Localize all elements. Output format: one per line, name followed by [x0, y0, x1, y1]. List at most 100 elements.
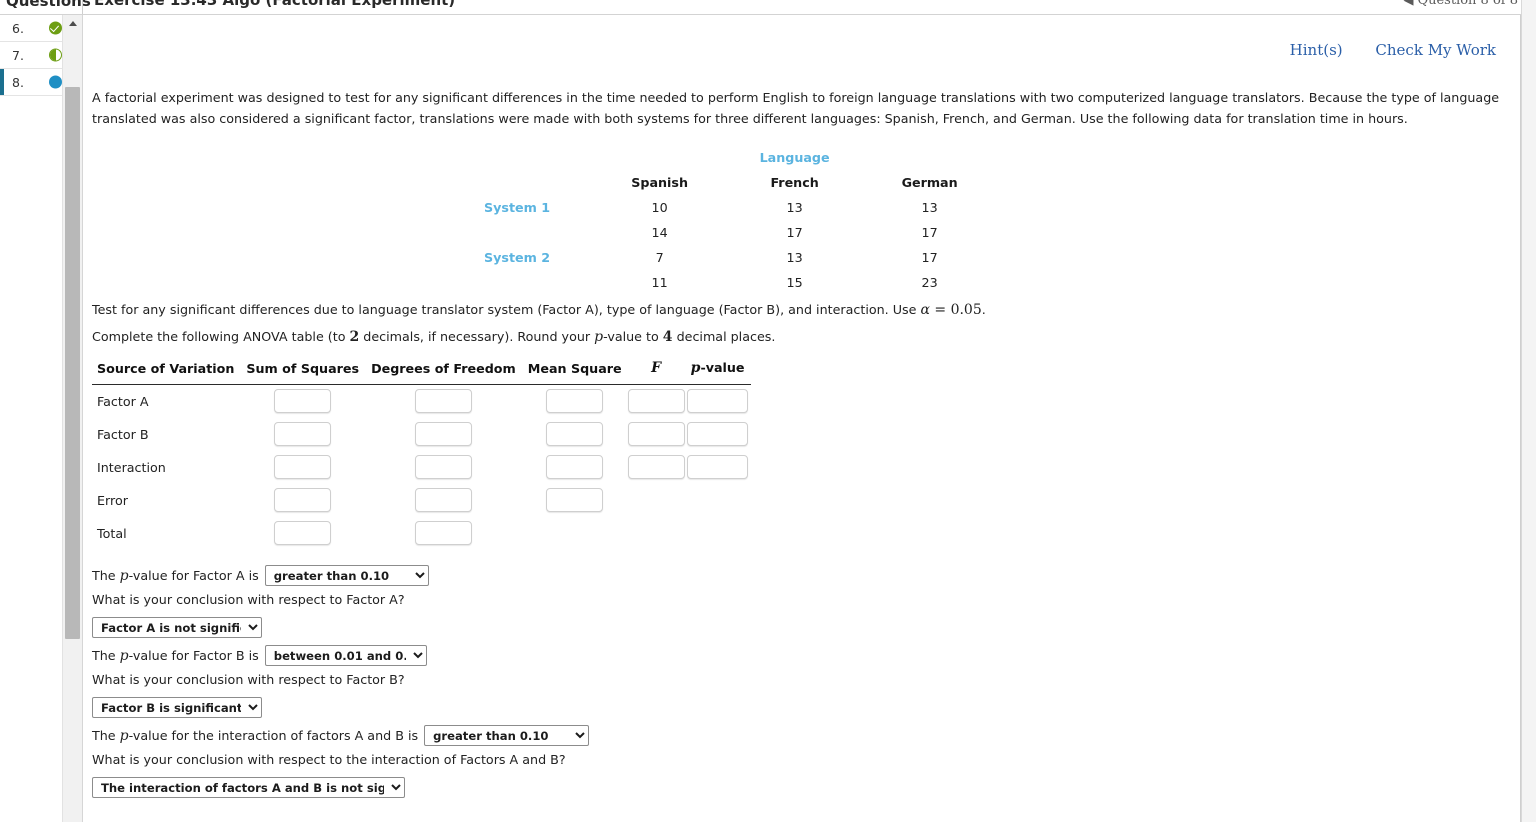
- p-value-factor-b-row: The p-value for Factor B is less than 0.…: [92, 645, 427, 666]
- factor-b-p-value-input[interactable]: [687, 422, 749, 446]
- factor-a-degrees-of-freedom-input[interactable]: [414, 389, 472, 414]
- hints-link[interactable]: Hint(s): [1290, 41, 1343, 59]
- conclusion-interaction-select[interactable]: The interaction of factors A and B is si…: [92, 777, 405, 798]
- question-navigator[interactable]: ◀ Question 8 of 8: [1403, 0, 1518, 8]
- question-factor-a-conclusion-label: What is your conclusion with respect to …: [92, 592, 405, 607]
- data-cell: 15: [786, 275, 803, 290]
- factor-a-sum-of-squares-input[interactable]: [274, 389, 332, 414]
- p-value-interaction-row: The p-value for the interaction of facto…: [92, 725, 590, 746]
- interaction-f-input[interactable]: [627, 455, 685, 479]
- anova-cell: [627, 418, 685, 451]
- questions-panel-title: Questions: [6, 0, 91, 10]
- conclusion-factor-b-select[interactable]: Factor B is significant Factor B is not …: [92, 697, 262, 718]
- previous-question-arrow-icon[interactable]: ◀: [1403, 0, 1413, 8]
- anova-header-source: Source of Variation: [92, 360, 241, 385]
- conclusion-interaction-row: The interaction of factors A and B is si…: [92, 777, 405, 798]
- p-value-factor-a-select[interactable]: less than 0.01 between 0.01 and 0.025 be…: [264, 565, 429, 586]
- question-text: What is your conclusion with respect to …: [92, 592, 405, 607]
- factor-a-p-value-input[interactable]: [687, 389, 749, 414]
- scrollbar-thumb[interactable]: [65, 87, 80, 639]
- anova-header-degrees-of-freedom: Degrees of Freedom: [365, 360, 522, 385]
- anova-cell: [627, 385, 685, 418]
- p-italic-symbol: p: [690, 360, 701, 376]
- anova-row-label-total: Total: [97, 525, 127, 541]
- anova-empty-cell: [628, 484, 685, 517]
- total-sum-of-squares-input[interactable]: [274, 521, 332, 545]
- alpha-value: 0.05: [950, 302, 982, 318]
- factor-a-f-input[interactable]: [627, 389, 685, 414]
- empty-corner-cell: [484, 145, 592, 170]
- table-row: Error: [92, 484, 751, 517]
- anova-header-mean-square: Mean Square: [521, 360, 628, 385]
- scroll-up-arrow-icon[interactable]: [63, 15, 82, 32]
- question-counter-label: Question 8 of 8: [1417, 0, 1518, 8]
- factor-b-f-input[interactable]: [627, 422, 685, 446]
- anova-row-label-factor-b: Factor B: [97, 426, 149, 442]
- anova-empty-cell: [685, 517, 751, 550]
- anova-cell: [240, 385, 365, 418]
- equals-symbol: =: [934, 302, 947, 318]
- row-label-blank: [484, 220, 592, 245]
- data-cell: 17: [921, 225, 938, 240]
- table-group-header-row: Language: [484, 145, 997, 170]
- row-label-system-1: System 1: [484, 200, 551, 215]
- test-instruction-suffix: .: [981, 302, 986, 317]
- total-degrees-of-freedom-input[interactable]: [414, 521, 472, 545]
- anova-empty-cell: [685, 484, 751, 517]
- complete-instruction-line: Complete the following ANOVA table (to 2…: [92, 329, 775, 345]
- data-cell: 17: [921, 250, 938, 265]
- anova-cell: [365, 451, 522, 484]
- table-row: System 1 10 13 13: [484, 195, 997, 220]
- factor-a-mean-square-input[interactable]: [546, 389, 604, 414]
- table-row: 14 17 17: [484, 220, 997, 245]
- conclusion-factor-b-row: Factor B is significant Factor B is not …: [92, 697, 262, 718]
- anova-header-row: Source of Variation Sum of Squares Degre…: [92, 360, 751, 385]
- table-row: Interaction: [92, 451, 751, 484]
- conclusion-factor-a-select[interactable]: Factor A is significant Factor A is not …: [92, 617, 262, 638]
- label-prefix: The: [92, 727, 120, 743]
- sidebar-item-question-7[interactable]: 7.: [0, 42, 62, 69]
- anova-cell: [522, 451, 628, 484]
- data-cell: 13: [786, 200, 803, 215]
- table-row: 11 15 23: [484, 270, 997, 295]
- anova-cell: [240, 517, 365, 550]
- empty-cell: [592, 145, 727, 170]
- anova-row-label-interaction: Interaction: [97, 459, 166, 475]
- empty-cell: [862, 145, 997, 170]
- places-count: 4: [662, 329, 673, 345]
- anova-cell: [522, 418, 628, 451]
- p-value-interaction-select[interactable]: less than 0.01 between 0.01 and 0.025 be…: [424, 725, 590, 746]
- factor-b-degrees-of-freedom-input[interactable]: [414, 422, 472, 446]
- table-row: Total: [92, 517, 751, 550]
- data-cell: 17: [786, 225, 803, 240]
- half-circle-icon: [49, 48, 62, 62]
- anova-cell: [685, 451, 751, 484]
- p-value-factor-b-select[interactable]: less than 0.01 between 0.01 and 0.025 be…: [264, 645, 427, 666]
- question-number-label: 6.: [12, 20, 24, 36]
- p-value-factor-a-label: The p-value for Factor A is: [92, 568, 259, 584]
- factor-b-mean-square-input[interactable]: [546, 422, 604, 446]
- factor-b-sum-of-squares-input[interactable]: [274, 422, 332, 446]
- sidebar-scrollbar[interactable]: [63, 15, 83, 822]
- question-factor-b-conclusion-label: What is your conclusion with respect to …: [92, 672, 405, 687]
- anova-cell: [522, 484, 628, 517]
- error-mean-square-input[interactable]: [546, 488, 604, 512]
- p-italic: p: [594, 329, 604, 345]
- error-sum-of-squares-input[interactable]: [274, 488, 332, 512]
- interaction-degrees-of-freedom-input[interactable]: [414, 455, 472, 479]
- interaction-p-value-input[interactable]: [687, 455, 749, 479]
- table-row: Factor A: [92, 385, 751, 418]
- question-text: What is your conclusion with respect to …: [92, 672, 405, 687]
- sidebar-item-question-6[interactable]: 6.: [0, 15, 62, 42]
- interaction-mean-square-input[interactable]: [546, 455, 604, 479]
- test-instruction-line: Test for any significant differences due…: [92, 302, 986, 318]
- interaction-sum-of-squares-input[interactable]: [274, 455, 332, 479]
- test-instruction-prefix: Test for any significant differences due…: [92, 302, 921, 317]
- sidebar-empty-space: [0, 96, 62, 246]
- sidebar-item-question-8[interactable]: 8.: [0, 69, 62, 96]
- check-my-work-link[interactable]: Check My Work: [1375, 41, 1496, 59]
- anova-row-label-error: Error: [97, 492, 128, 508]
- group-header-language: Language: [759, 150, 830, 165]
- error-degrees-of-freedom-input[interactable]: [414, 488, 472, 512]
- f-italic-symbol: F: [651, 360, 662, 376]
